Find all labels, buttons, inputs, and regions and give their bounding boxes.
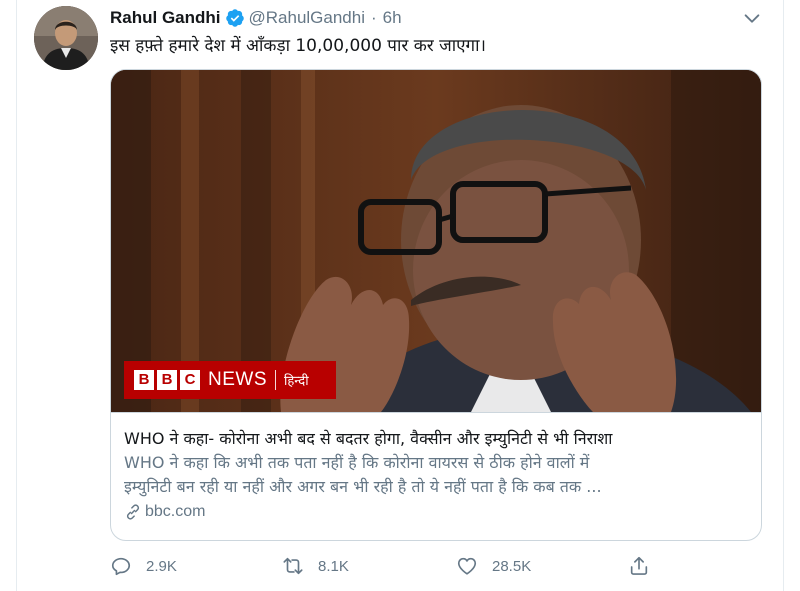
share-icon — [630, 556, 648, 575]
tweet: Rahul Gandhi @RahulGandhi · 6h इस हफ़्ते… — [0, 0, 800, 591]
bbc-news-text: NEWS — [208, 369, 267, 390]
author-handle[interactable]: @RahulGandhi — [249, 8, 366, 28]
like-button[interactable]: 28.5K — [456, 553, 531, 579]
card-domain: bbc.com — [124, 503, 748, 521]
card-image[interactable]: B B C NEWS हिन्दी — [111, 70, 761, 412]
share-button[interactable] — [628, 553, 650, 579]
tweet-header: Rahul Gandhi @RahulGandhi · 6h — [110, 7, 402, 29]
bbc-language-label: हिन्दी — [284, 374, 309, 389]
link-icon — [126, 504, 140, 520]
chevron-down-icon[interactable] — [741, 8, 763, 30]
avatar[interactable] — [34, 6, 98, 70]
retweet-button[interactable]: 8.1K — [282, 553, 349, 579]
avatar-image — [34, 6, 98, 70]
tweet-text: इस हफ़्ते हमारे देश में आँकड़ा 10,00,000… — [110, 36, 486, 56]
tweet-actions: 2.9K 8.1K 28.5K — [110, 553, 670, 579]
card-description-line: इम्युनिटी बन रही या नहीं और अगर बन भी रह… — [124, 477, 602, 496]
timestamp[interactable]: 6h — [383, 8, 402, 28]
link-card[interactable]: B B C NEWS हिन्दी WHO ने कहा- कोरोना अभी… — [110, 69, 762, 541]
retweet-count: 8.1K — [318, 557, 349, 575]
badge-divider — [275, 370, 276, 390]
reply-count: 2.9K — [146, 557, 177, 575]
card-body[interactable]: WHO ने कहा- कोरोना अभी बद से बदतर होगा, … — [111, 412, 761, 540]
timeline-divider-right — [783, 0, 784, 591]
like-count: 28.5K — [492, 557, 532, 575]
timeline-divider-left — [16, 0, 17, 591]
header-separator: · — [371, 8, 377, 27]
bbc-news-badge: B B C NEWS हिन्दी — [124, 361, 336, 399]
verified-badge-icon — [225, 9, 244, 27]
bbc-logo-block: B — [134, 370, 154, 390]
card-domain-text: bbc.com — [145, 503, 206, 520]
reply-button[interactable]: 2.9K — [110, 553, 177, 579]
card-title: WHO ने कहा- कोरोना अभी बद से बदतर होगा, … — [124, 429, 613, 448]
card-description-line: WHO ने कहा कि अभी तक पता नहीं है कि कोरो… — [124, 453, 590, 472]
bbc-logo-block: C — [180, 370, 200, 390]
reply-icon — [111, 557, 131, 576]
bbc-logo-block: B — [157, 370, 177, 390]
heart-icon — [457, 557, 477, 575]
bbc-logo: B B C — [134, 370, 200, 390]
retweet-icon — [283, 557, 303, 575]
card-description: WHO ने कहा कि अभी तक पता नहीं है कि कोरो… — [124, 451, 748, 499]
author-name[interactable]: Rahul Gandhi — [110, 8, 221, 28]
